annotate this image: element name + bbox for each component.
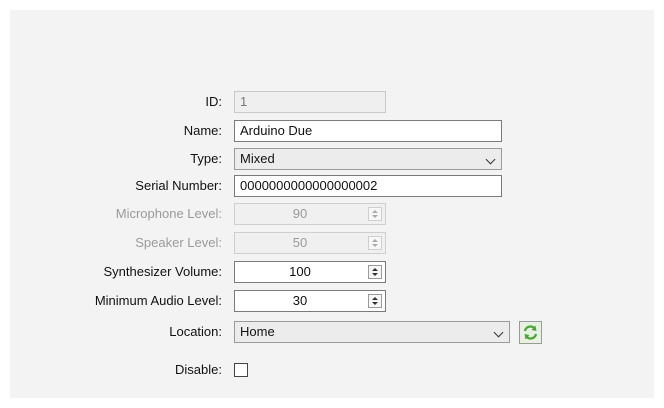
name-field[interactable]: Arduino Due (234, 120, 502, 142)
spin-up-icon[interactable] (372, 268, 378, 271)
type-select-value: Mixed (240, 151, 275, 166)
refresh-icon (523, 325, 538, 340)
name-label: Name: (183, 123, 222, 138)
type-label: Type: (190, 151, 222, 166)
spin-down-icon[interactable] (372, 273, 378, 276)
microphone-level-label: Microphone Level: (115, 206, 222, 221)
minimum-audio-level-value: 30 (292, 293, 308, 308)
speaker-level-value: 50 (292, 235, 308, 250)
spin-down-icon (372, 215, 378, 218)
spin-up-icon (372, 239, 378, 242)
synthesizer-volume-spin-buttons[interactable] (368, 265, 382, 279)
disable-checkbox[interactable] (234, 363, 248, 377)
chevron-down-icon (493, 327, 504, 338)
microphone-level-value: 90 (292, 206, 308, 221)
location-label: Location: (169, 324, 222, 339)
synthesizer-volume-label: Synthesizer Volume: (103, 264, 222, 279)
disable-label: Disable: (175, 362, 222, 377)
id-field: 1 (234, 91, 386, 113)
speaker-level-stepper: 50 (234, 232, 386, 254)
microphone-level-stepper: 90 (234, 203, 386, 225)
speaker-level-spin-buttons (368, 236, 382, 250)
serial-number-label: Serial Number: (135, 178, 222, 193)
chevron-down-icon (485, 154, 496, 165)
type-select[interactable]: Mixed (234, 148, 502, 170)
spin-up-icon[interactable] (372, 297, 378, 300)
serial-number-field[interactable]: 0000000000000000002 (234, 175, 502, 197)
speaker-level-label: Speaker Level: (135, 235, 222, 250)
spin-down-icon[interactable] (372, 302, 378, 305)
id-label: ID: (205, 94, 222, 109)
spin-down-icon (372, 244, 378, 247)
location-select-value: Home (240, 324, 275, 339)
minimum-audio-level-spin-buttons[interactable] (368, 294, 382, 308)
spin-up-icon (372, 210, 378, 213)
microphone-level-spin-buttons (368, 207, 382, 221)
synthesizer-volume-value: 100 (289, 264, 311, 279)
refresh-button[interactable] (519, 321, 542, 344)
synthesizer-volume-stepper[interactable]: 100 (234, 261, 386, 283)
minimum-audio-level-stepper[interactable]: 30 (234, 290, 386, 312)
form-panel: ID: 1 Name: Arduino Due Type: Mixed Seri… (10, 10, 654, 398)
minimum-audio-level-label: Minimum Audio Level: (94, 293, 222, 308)
location-select[interactable]: Home (234, 321, 510, 343)
